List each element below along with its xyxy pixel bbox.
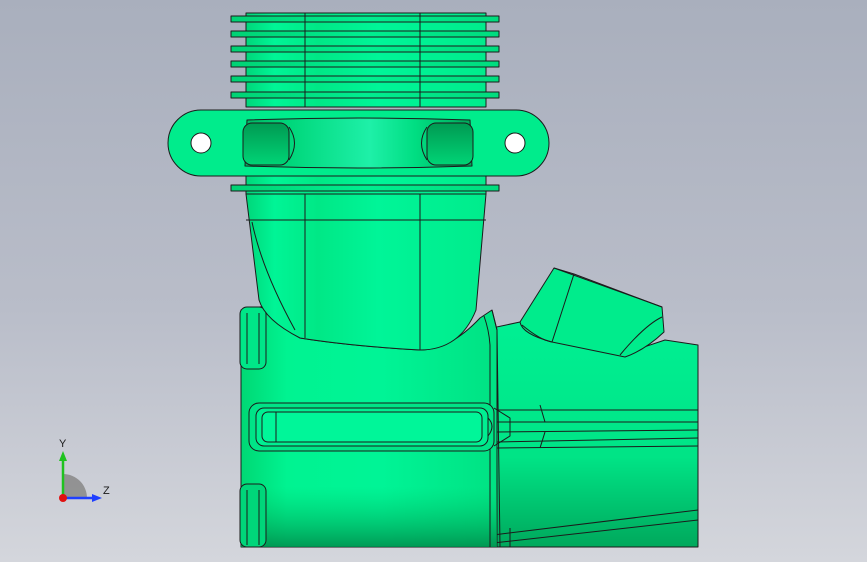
triad-plane-shade xyxy=(63,474,87,498)
z-axis-arrow xyxy=(92,494,102,502)
engine-crankcase-model[interactable] xyxy=(0,0,867,562)
lower-fin xyxy=(230,175,500,195)
z-axis-label: Z xyxy=(103,485,110,497)
view-orientation-triad: Y Z xyxy=(40,436,130,516)
graphics-viewport[interactable]: Y Z xyxy=(0,0,867,562)
y-axis-arrow xyxy=(59,451,67,461)
cylinder-barrel xyxy=(245,193,487,351)
mounting-flange xyxy=(167,109,550,177)
triad-origin-dot xyxy=(59,494,67,502)
cylinder-fins xyxy=(230,12,500,108)
y-axis-label: Y xyxy=(59,438,67,450)
triad-axes xyxy=(59,451,102,502)
side-housing xyxy=(491,267,699,548)
